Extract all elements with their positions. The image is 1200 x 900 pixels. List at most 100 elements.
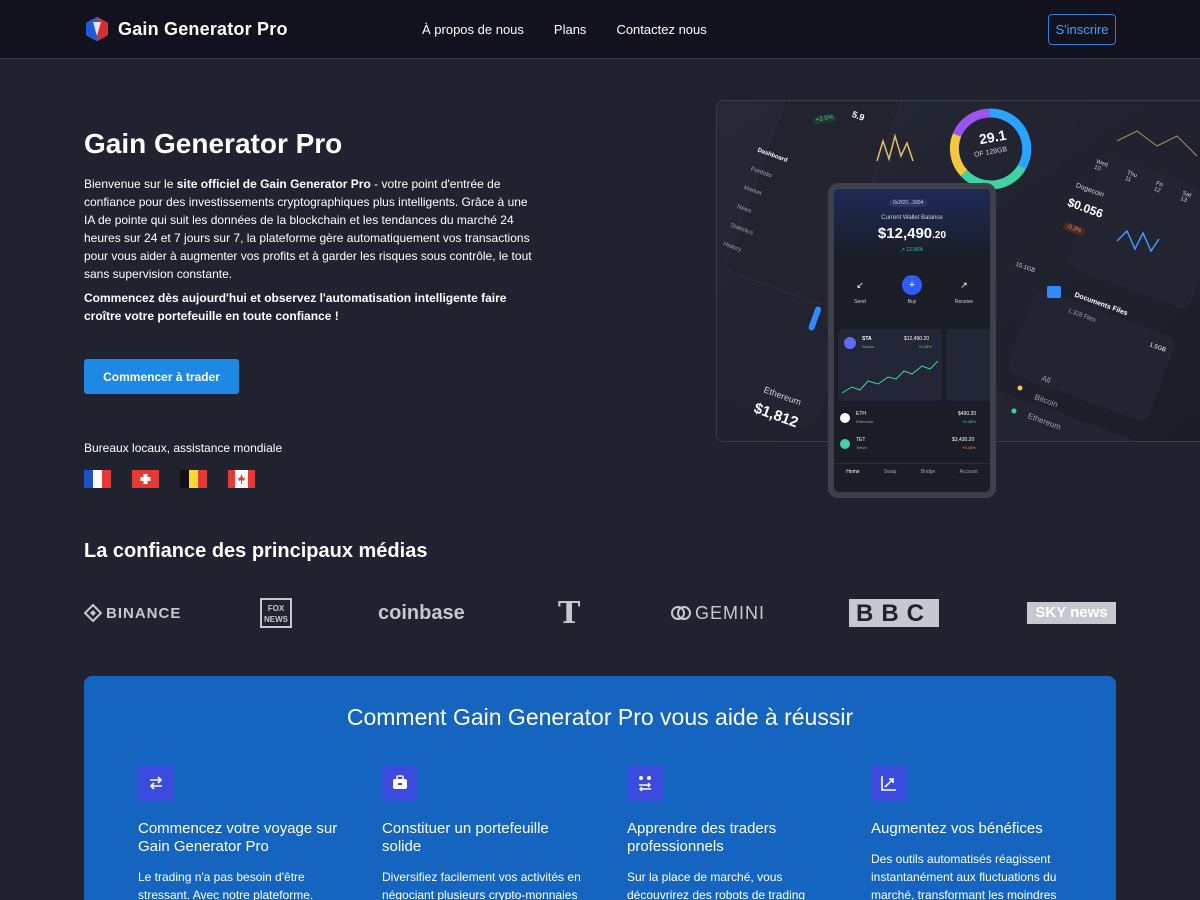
coin-row-tet: TET Tether $3,430.20 +6.48% — [834, 435, 990, 457]
nav-link-plans[interactable]: Plans — [554, 22, 587, 37]
receive-arrow-icon: ↗ — [960, 280, 968, 290]
binance-diamond-icon — [84, 604, 102, 622]
brand-logo-icon — [86, 17, 108, 41]
nav-link-contact[interactable]: Contactez nous — [616, 22, 706, 37]
tet-change: +6.48% — [962, 445, 976, 450]
phone-screen: 0x2f20...3904 Current Wallet Balance $12… — [834, 189, 990, 492]
feature-title: Augmentez vos bénéfices — [871, 820, 1043, 837]
stacks-sparkline — [841, 360, 939, 394]
coinbase-logo: coinbase — [378, 596, 465, 630]
phone-actions: ↙ Send + Buy ↗ Receive — [834, 275, 990, 305]
offices-text: Bureaux locaux, assistance mondiale — [84, 441, 283, 455]
feature-desc: Diversifiez facilement vos activités en … — [382, 870, 581, 900]
feature-desc: Le trading n'a pas besoin d'être stressa… — [138, 870, 314, 900]
sky-news-logo: SKY news — [1027, 596, 1116, 630]
wallet-id: 0x2f20...3904 — [889, 199, 928, 207]
hero-intro: Bienvenue sur le site officiel de Gain G… — [84, 175, 536, 283]
stacks-card: STA Stacks $12,490.20 +8.48% — [838, 329, 942, 401]
features-section: Comment Gain Generator Pro vous aide à r… — [84, 676, 1116, 900]
tab-swap[interactable]: Swap — [884, 469, 897, 492]
tet-symbol: TET — [856, 437, 866, 443]
tet-value: $3,430.20 — [952, 437, 975, 443]
eth-coin-icon — [840, 413, 850, 423]
feature-card: Constituer un portefeuille solide Divers… — [382, 765, 582, 900]
media-logos: BINANCE FOX NEWS coinbase T GEMINI BBC S… — [84, 595, 1116, 631]
send-arrow-icon: ↙ — [856, 280, 864, 290]
tab-home[interactable]: Home — [846, 469, 859, 492]
media-title: La confiance des principaux médias — [84, 540, 428, 562]
hero-intro-bold: site officiel de Gain Generator Pro — [176, 177, 371, 191]
wallet-balance: $12,490.20 — [834, 225, 990, 243]
nyt-logo-text: T — [558, 595, 581, 631]
hero-title: Gain Generator Pro — [84, 128, 343, 159]
stacks-coin-icon — [844, 337, 856, 349]
features-title: Comment Gain Generator Pro vous aide à r… — [346, 704, 854, 730]
france-flag-icon — [84, 470, 111, 488]
canada-flag-icon — [228, 470, 255, 488]
gemini-logo: GEMINI — [671, 596, 765, 630]
tab-account[interactable]: Account — [960, 469, 978, 492]
buy-action[interactable]: + Buy — [892, 275, 932, 305]
binance-logo-text: BINANCE — [106, 604, 182, 622]
nav-link-about[interactable]: À propos de nous — [422, 22, 524, 37]
eth-value: $490.20 — [958, 411, 977, 417]
balance-cents: .20 — [932, 230, 947, 241]
phone-tabbar: Home Swap Bridge Account — [834, 463, 990, 492]
balance-change: ↗ 12.56% — [900, 247, 924, 253]
receive-label: Receive — [954, 299, 974, 305]
sky-news-logo-text: SKY news — [1027, 602, 1116, 624]
plus-icon: + — [902, 275, 922, 295]
stacks-symbol: STA — [862, 336, 872, 342]
briefcase-icon — [382, 765, 418, 801]
stacks-value: $12,490.20 — [904, 336, 930, 342]
brand[interactable]: Gain Generator Pro — [84, 16, 288, 42]
hero-intro-end: - votre point d'entrée de confiance pour… — [84, 177, 532, 281]
feature-card: Augmentez vos bénéfices Des outils autom… — [871, 765, 1071, 900]
send-action[interactable]: ↙ Send — [840, 275, 880, 305]
fox-news-logo: FOX NEWS — [260, 596, 292, 630]
stacks-change: +8.48% — [918, 344, 932, 349]
bbc-logo: BBC — [849, 596, 939, 630]
feature-title: Constituer un portefeuille solide — [382, 820, 549, 855]
exchange-arrows-icon — [138, 765, 174, 801]
coinbase-logo-text: coinbase — [378, 601, 465, 624]
binance-logo: BINANCE — [84, 596, 181, 630]
gemini-icon — [671, 606, 691, 620]
fox-news-logo-text: FOX NEWS — [260, 598, 292, 628]
feature-title: Commencez votre voyage sur Gain Generato… — [138, 820, 338, 855]
top-navbar: Gain Generator Pro À propos de nous Plan… — [0, 0, 1200, 59]
growth-chart-icon — [871, 765, 907, 801]
tether-coin-icon — [840, 439, 850, 449]
hero-cta-text: Commencez dès aujourd'hui et observez l'… — [84, 291, 507, 323]
nyt-logo: T — [558, 595, 581, 631]
signup-button[interactable]: S'inscrire — [1048, 14, 1116, 45]
feature-card: Apprendre des traders professionnels Sur… — [627, 765, 827, 900]
feature-card: Commencez votre voyage sur Gain Generato… — [138, 765, 338, 900]
belgium-flag-icon — [180, 470, 207, 488]
brand-name: Gain Generator Pro — [118, 18, 288, 39]
feature-title: Apprendre des traders professionnels — [627, 820, 777, 855]
start-trading-button[interactable]: Commencer à trader — [84, 359, 239, 394]
buy-label: Buy — [907, 299, 917, 305]
receive-action[interactable]: ↗ Receive — [944, 275, 984, 305]
balance-main: $12,490 — [877, 225, 933, 242]
eth-change: +6.48% — [962, 419, 976, 424]
bbc-logo-text: BBC — [849, 599, 939, 627]
gemini-logo-text: GEMINI — [695, 602, 766, 623]
flags-row — [84, 470, 276, 488]
hero-intro-start: Bienvenue sur le — [84, 177, 177, 191]
second-card — [946, 329, 990, 401]
tet-name: Tether — [856, 445, 868, 450]
transfer-icon — [627, 765, 663, 801]
send-label: Send — [854, 299, 866, 305]
coin-row-eth: ETH Ethereum $490.20 +6.48% — [834, 409, 990, 431]
phone-mockup: 0x2f20...3904 Current Wallet Balance $12… — [828, 183, 996, 498]
eth-name: Ethereum — [856, 419, 874, 424]
feature-desc: Des outils automatisés réagissent instan… — [871, 852, 1057, 900]
feature-desc: Sur la place de marché, vous découvrirez… — [627, 870, 806, 900]
balance-label: Current Wallet Balance — [881, 215, 943, 221]
eth-symbol: ETH — [856, 411, 866, 417]
switzerland-flag-icon — [132, 470, 159, 488]
tab-bridge[interactable]: Bridge — [921, 469, 935, 492]
stacks-name: Stacks — [862, 344, 875, 349]
